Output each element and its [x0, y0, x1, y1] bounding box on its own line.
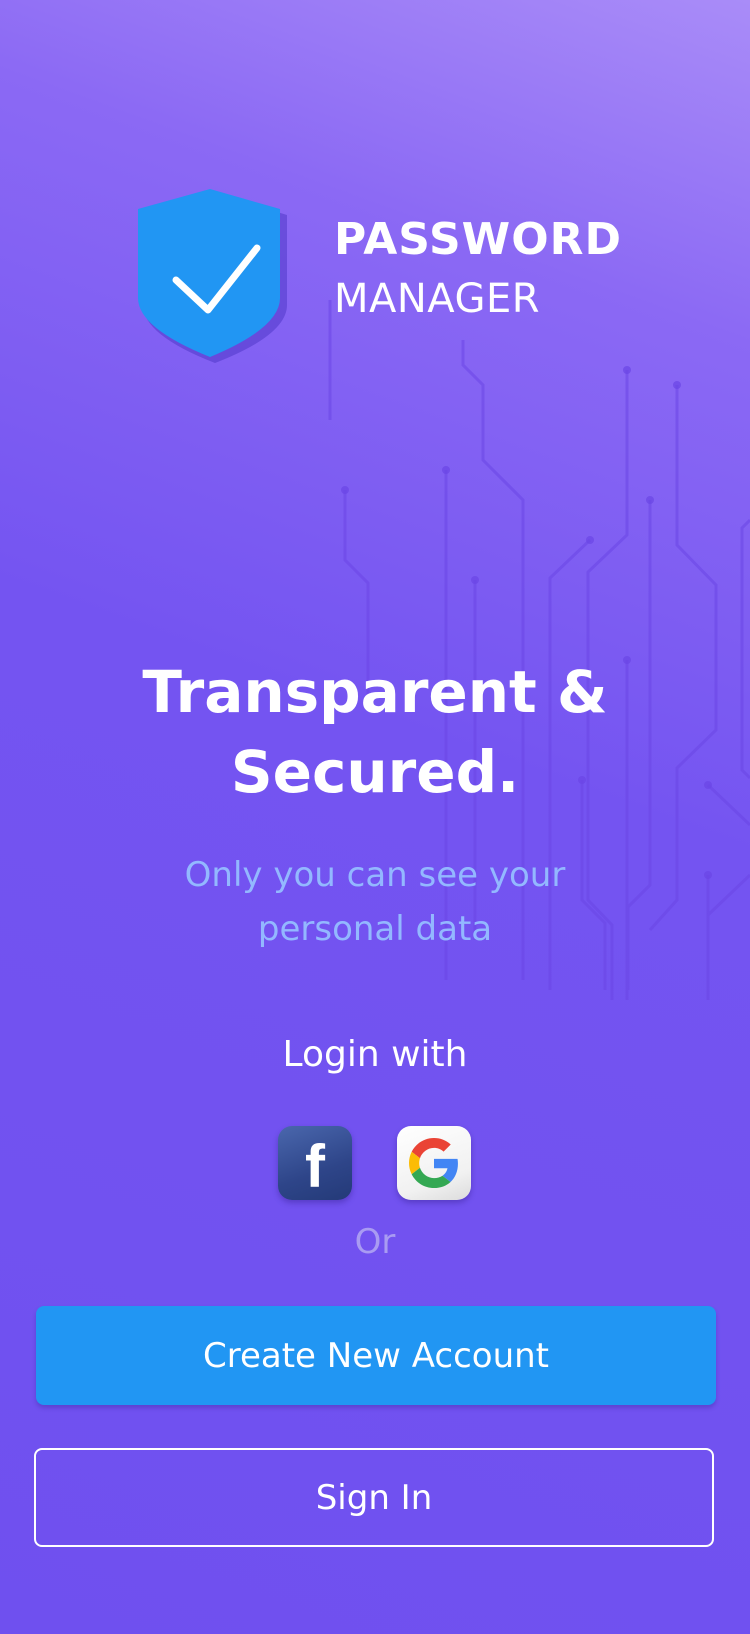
app-logo-block: PASSWORD MANAGER [0, 0, 750, 400]
facebook-login-button[interactable]: f [278, 1126, 352, 1200]
subtitle-line-2: personal data [257, 909, 493, 949]
hero-headline: Transparent & Secured. [0, 652, 750, 812]
shield-check-icon [138, 189, 287, 363]
headline-line-1: Transparent & [142, 658, 608, 726]
app-title-secondary: MANAGER [334, 276, 541, 322]
subtitle-line-1: Only you can see your [184, 855, 566, 895]
hero-subtitle: Only you can see your personal data [0, 848, 750, 956]
google-icon [409, 1138, 458, 1188]
facebook-icon: f [305, 1133, 325, 1200]
or-divider-label: Or [354, 1222, 396, 1262]
login-with-label: Login with [282, 1034, 468, 1075]
create-account-button[interactable]: Create New Account [36, 1306, 716, 1405]
headline-line-2: Secured. [230, 738, 520, 806]
google-login-button[interactable] [397, 1126, 471, 1200]
sign-in-button[interactable]: Sign In [34, 1448, 714, 1547]
app-title-primary: PASSWORD [334, 214, 623, 265]
